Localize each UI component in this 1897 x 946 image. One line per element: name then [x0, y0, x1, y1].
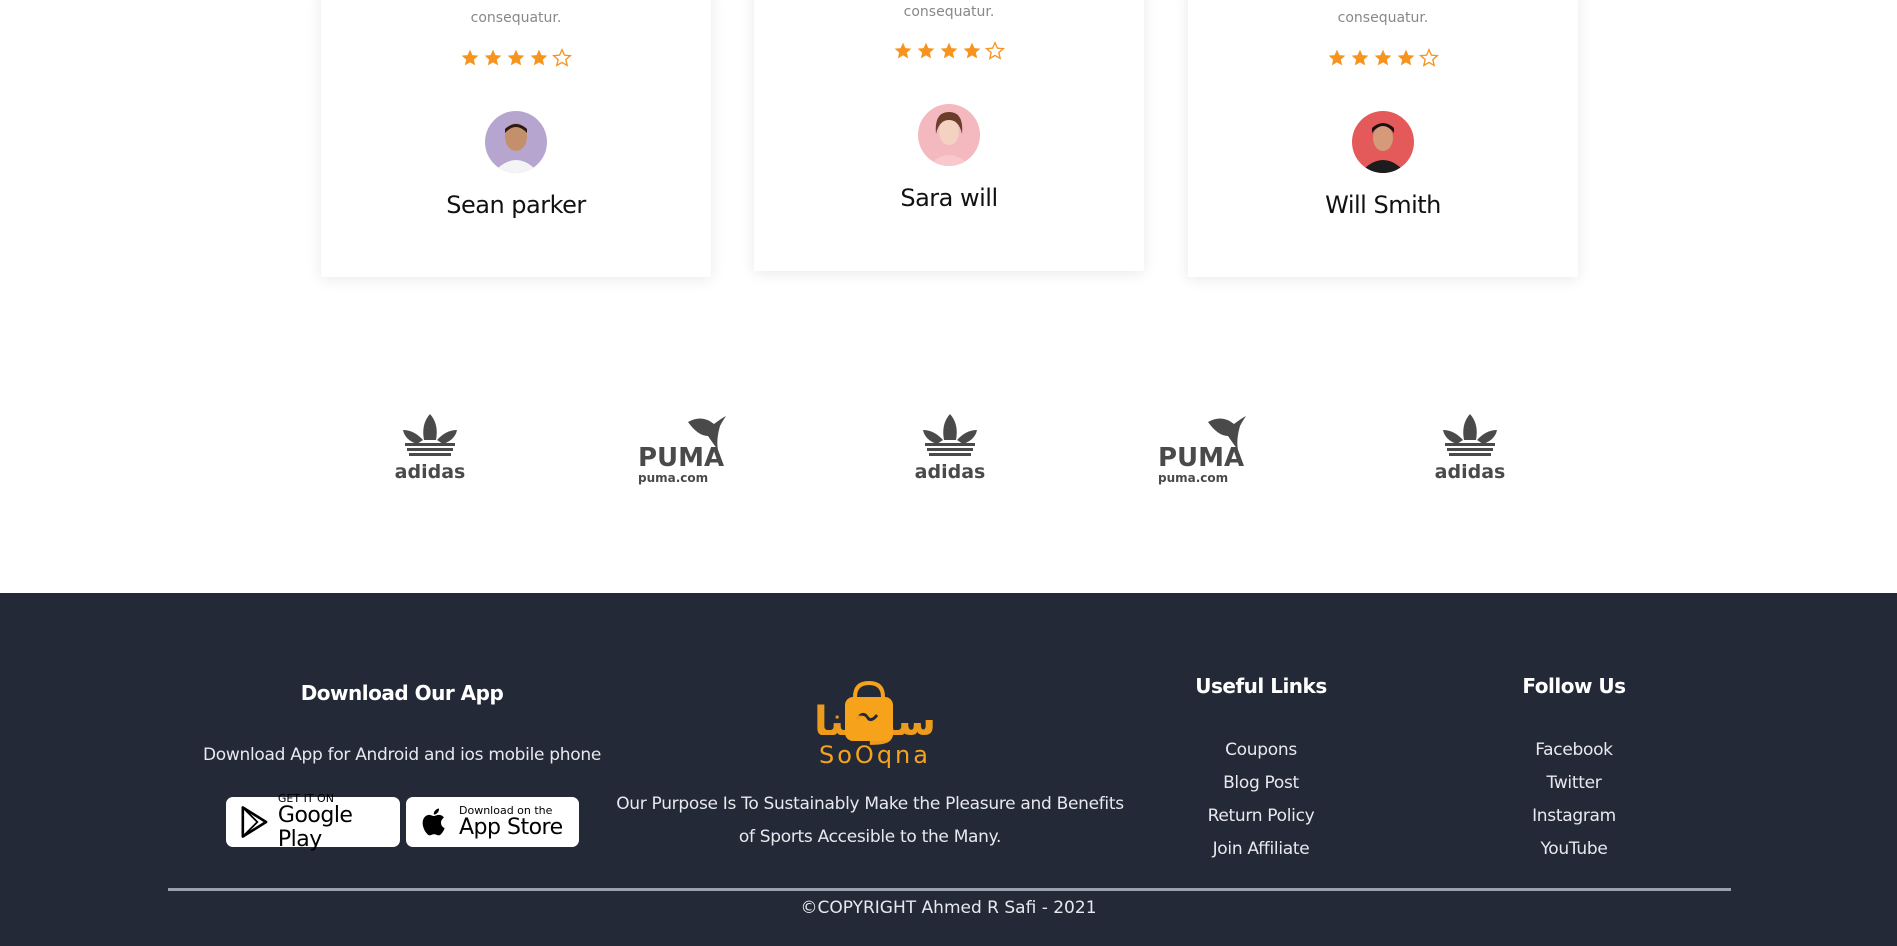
avatar — [485, 111, 547, 173]
avatar — [1352, 111, 1414, 173]
rating-stars — [321, 48, 711, 68]
link-blog-post[interactable]: Blog Post — [1161, 767, 1361, 800]
google-play-button[interactable]: GET IT ON Google Play — [226, 793, 400, 851]
testimonial-quote: consequatur. — [903, 4, 995, 20]
brand-sublabel: puma.com — [638, 471, 708, 485]
testimonial-quote: consequatur. — [1337, 10, 1429, 26]
brand-label: adidas — [1435, 461, 1506, 483]
google-play-icon — [241, 806, 268, 838]
star-filled-icon — [1397, 49, 1415, 66]
testimonial-name: Sara will — [900, 184, 998, 212]
brand-logo-puma: PUMA puma.com — [630, 410, 750, 485]
app-store-big: App Store — [459, 814, 563, 840]
follow-us-title: Follow Us — [1522, 674, 1626, 698]
link-join-affiliate[interactable]: Join Affiliate — [1161, 833, 1361, 866]
footer-divider — [168, 888, 1731, 891]
testimonial-card: consequatur. Sean parker — [321, 0, 711, 277]
rating-stars — [1188, 48, 1578, 68]
link-facebook[interactable]: Facebook — [1474, 734, 1674, 767]
link-coupons[interactable]: Coupons — [1161, 734, 1361, 767]
brand-label: PUMA — [638, 443, 724, 473]
site-footer: Download Our App Download App for Androi… — [0, 593, 1897, 946]
testimonial-card: consequatur. Sara will — [754, 0, 1144, 271]
star-filled-icon — [940, 42, 958, 59]
download-app-text: Download App for Android and ios mobile … — [203, 745, 601, 765]
logo-latin: SoOqna — [819, 741, 931, 769]
brand-sublabel: puma.com — [1158, 471, 1228, 485]
star-filled-icon — [963, 42, 981, 59]
brand-label: adidas — [395, 461, 466, 483]
star-filled-icon — [1374, 49, 1392, 66]
star-empty-icon — [1419, 48, 1439, 67]
link-return-policy[interactable]: Return Policy — [1161, 800, 1361, 833]
link-instagram[interactable]: Instagram — [1474, 800, 1674, 833]
link-youtube[interactable]: YouTube — [1474, 833, 1674, 866]
brand-logo-puma: PUMA puma.com — [1150, 410, 1270, 485]
star-filled-icon — [507, 49, 525, 66]
logo-arabic: سوقنا — [814, 699, 936, 745]
star-empty-icon — [552, 48, 572, 67]
star-empty-icon — [985, 41, 1005, 60]
copyright-text: ©COPYRIGHT Ahmed R Safi - 2021 — [800, 898, 1097, 918]
follow-us-list: Facebook Twitter Instagram YouTube — [1474, 734, 1674, 866]
about-text-line1: Our Purpose Is To Sustainably Make the P… — [616, 794, 1124, 814]
about-text-line2: of Sports Accesible to the Many. — [738, 827, 1002, 847]
useful-links-list: Coupons Blog Post Return Policy Join Aff… — [1161, 734, 1361, 866]
testimonial-card: consequatur. Will Smith — [1188, 0, 1578, 277]
testimonial-name: Sean parker — [446, 191, 586, 219]
testimonial-quote: consequatur. — [470, 10, 562, 26]
brand-logo-adidas: adidas — [370, 410, 490, 485]
rating-stars — [754, 41, 1144, 61]
star-filled-icon — [1328, 49, 1346, 66]
brand-label: adidas — [915, 461, 986, 483]
google-play-big: Google Play — [277, 802, 353, 852]
star-filled-icon — [1351, 49, 1369, 66]
site-logo[interactable]: سوقنا SoOqna — [775, 675, 975, 770]
app-store-small: Download on the — [459, 803, 553, 817]
google-play-small: GET IT ON — [277, 791, 334, 805]
link-twitter[interactable]: Twitter — [1474, 767, 1674, 800]
star-filled-icon — [461, 49, 479, 66]
apple-icon — [422, 808, 445, 836]
star-filled-icon — [894, 42, 912, 59]
useful-links-title: Useful Links — [1195, 674, 1327, 698]
download-app-title: Download Our App — [300, 681, 504, 705]
brand-logo-adidas: adidas — [890, 410, 1010, 485]
star-filled-icon — [530, 49, 548, 66]
app-store-button[interactable]: Download on the App Store — [406, 797, 579, 847]
star-filled-icon — [917, 42, 935, 59]
avatar — [918, 104, 980, 166]
brand-label: PUMA — [1158, 443, 1244, 473]
star-filled-icon — [484, 49, 502, 66]
testimonial-name: Will Smith — [1325, 191, 1441, 219]
brand-logo-adidas: adidas — [1410, 410, 1530, 485]
